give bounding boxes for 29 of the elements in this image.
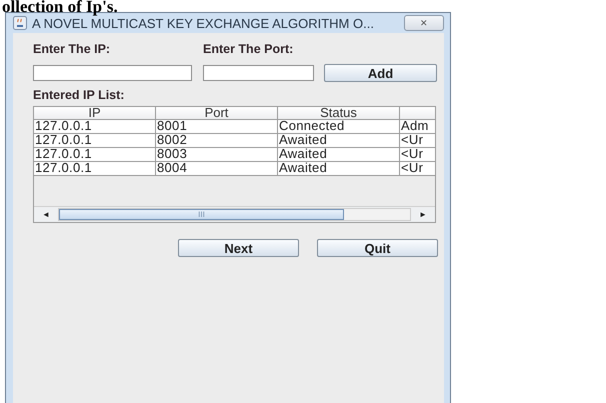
table-cell: Adm bbox=[400, 120, 435, 134]
table-cell: 127.0.0.1 bbox=[34, 162, 156, 176]
window-title: A NOVEL MULTICAST KEY EXCHANGE ALGORITHM O... bbox=[32, 16, 375, 30]
scroll-left-button[interactable]: ◄ bbox=[34, 210, 58, 219]
dialog-button[interactable]: Quit bbox=[317, 239, 438, 257]
table-cell: Awaited bbox=[278, 162, 400, 176]
table-cell: Awaited bbox=[278, 148, 400, 162]
horizontal-scrollbar[interactable]: ◄ III ► bbox=[34, 206, 435, 222]
table-cell: <Ur bbox=[400, 162, 435, 176]
list-label: Entered IP List: bbox=[33, 88, 126, 102]
add-button[interactable]: Add bbox=[324, 64, 437, 82]
table-cell: <Ur bbox=[400, 134, 435, 148]
table-cell: 127.0.0.1 bbox=[34, 120, 156, 134]
port-input-field[interactable] bbox=[203, 65, 314, 81]
table-cell: 127.0.0.1 bbox=[34, 134, 156, 148]
port-label: Enter The Port: bbox=[203, 42, 294, 56]
table-cell: <Ur bbox=[400, 148, 435, 162]
table-cell: 8002 bbox=[156, 134, 278, 148]
table-cell: Awaited bbox=[278, 134, 400, 148]
dialog-button[interactable]: Next bbox=[178, 239, 299, 257]
scroll-right-button[interactable]: ► bbox=[411, 210, 435, 219]
ip-label: Enter The IP: bbox=[33, 42, 112, 56]
ip-input-field[interactable] bbox=[33, 65, 192, 81]
table-cell: 8004 bbox=[156, 162, 278, 176]
table-cell: 8003 bbox=[156, 148, 278, 162]
close-button[interactable]: ✕ bbox=[404, 15, 444, 31]
table-cell: 8001 bbox=[156, 120, 278, 134]
table-cell: Connected bbox=[278, 120, 400, 134]
table-cell: 127.0.0.1 bbox=[34, 148, 156, 162]
